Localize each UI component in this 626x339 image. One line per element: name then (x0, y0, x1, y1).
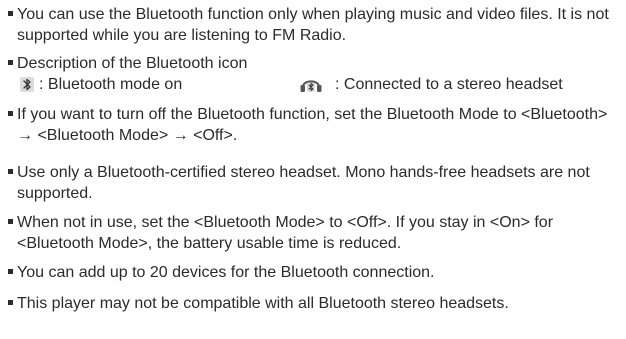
note-text: You can add up to 20 devices for the Blu… (17, 264, 435, 281)
bluetooth-mode-on-label: : Bluetooth mode on (39, 76, 183, 93)
bluetooth-icon (20, 77, 34, 92)
note-text: You can use the Bluetooth function only … (17, 6, 609, 44)
bullet-marker (8, 11, 13, 16)
note-icon-description: Description of the Bluetooth icon : Blue… (8, 53, 622, 95)
bullet-marker (8, 60, 13, 65)
note-text: If you want to turn off the Bluetooth fu… (17, 106, 608, 144)
bullet-marker (8, 169, 13, 174)
note-battery-usage: When not in use, set the <Bluetooth Mode… (8, 212, 622, 254)
bullet-marker (8, 300, 13, 305)
icon-legend: : Bluetooth mode on : Connected to a ste… (17, 74, 622, 95)
note-certified-headset: Use only a Bluetooth-certified stereo he… (8, 162, 622, 204)
connected-headset-label: : Connected to a stereo headset (335, 76, 563, 93)
note-text: This player may not be compatible with a… (17, 295, 509, 312)
note-text: Use only a Bluetooth-certified stereo he… (17, 164, 590, 202)
bullet-marker (8, 111, 13, 116)
note-text: Description of the Bluetooth icon (17, 55, 248, 72)
stereo-headset-icon (299, 76, 323, 93)
note-bluetooth-usage: You can use the Bluetooth function only … (8, 4, 622, 46)
bullet-marker (8, 219, 13, 224)
note-compatibility: This player may not be compatible with a… (8, 293, 622, 314)
note-device-limit: You can add up to 20 devices for the Blu… (8, 262, 622, 283)
note-text: When not in use, set the <Bluetooth Mode… (17, 214, 554, 252)
note-turn-off-bluetooth: If you want to turn off the Bluetooth fu… (8, 104, 622, 146)
bullet-marker (8, 269, 13, 274)
